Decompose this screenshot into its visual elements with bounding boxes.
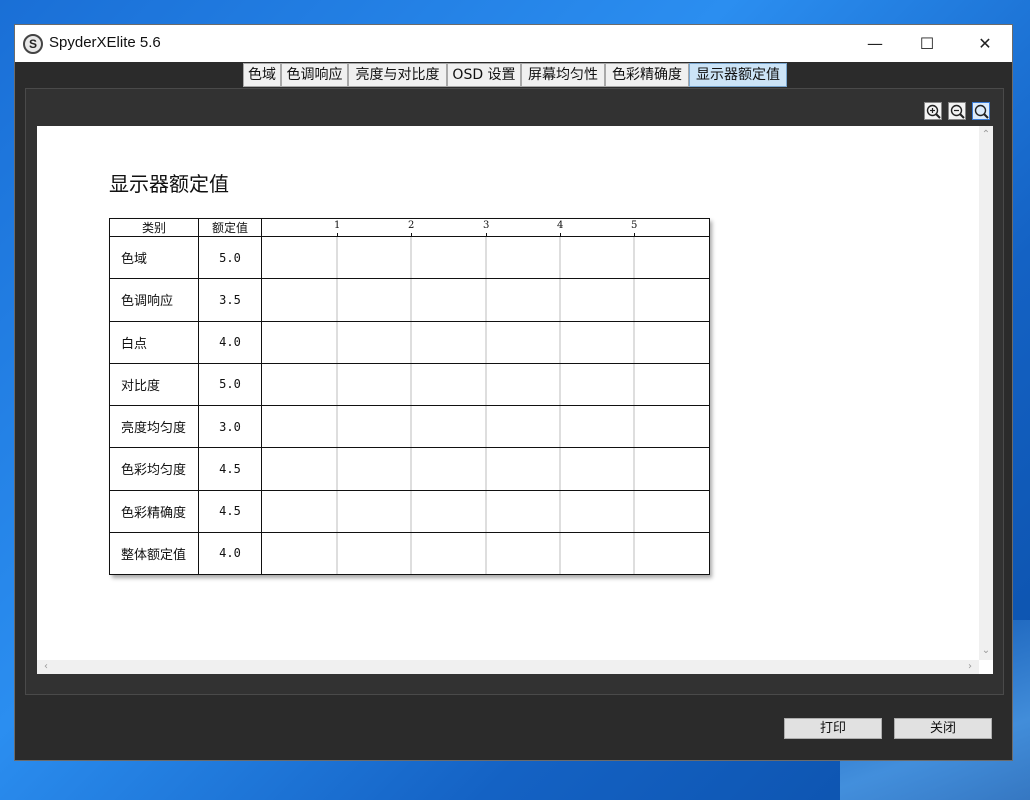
row-rating-value: 4.5 [198,489,262,533]
row-category: 色调响应 [109,278,199,322]
rating-icons [261,405,710,449]
maximize-button[interactable]: ☐ [898,25,956,62]
row-category: 整体额定值 [109,531,199,576]
table-row: 整体额定值 4.0 [109,531,710,576]
row-rating-value: 5.0 [198,362,262,407]
table-row: 色彩精确度 4.5 [109,489,710,533]
zoom-in-icon [926,104,941,119]
row-rating-value: 5.0 [198,236,262,280]
scale-label-3: 3 [483,220,490,231]
row-rating-value: 4.0 [198,531,262,576]
scale-label-5: 5 [631,220,638,231]
row-category: 对比度 [109,362,199,407]
table-row: 亮度均匀度 3.0 [109,405,710,449]
table-row: 色域 5.0 [109,236,710,280]
rating-column-header: 额定值 [198,217,262,238]
minimize-button[interactable]: — [846,25,904,62]
scroll-down-icon[interactable]: ⌄ [979,644,993,658]
close-window-button[interactable]: ✕ [956,25,1012,62]
row-category: 亮度均匀度 [109,405,199,449]
zoom-fit-button[interactable] [972,102,990,120]
rating-table: 类别 额定值 1 2 3 4 5 色域 5.0 色调响应 3.5 白点 4.0 … [109,217,710,576]
tab-display-rating[interactable]: 显示器额定值 [689,63,787,87]
tab-brightness-contrast[interactable]: 亮度与对比度 [348,63,447,87]
vertical-scrollbar[interactable]: ⌃ ⌄ [979,126,993,660]
rating-icons [261,489,710,533]
tab-screen-uniformity[interactable]: 屏幕均匀性 [521,63,605,87]
title-bar[interactable]: S SpyderXElite 5.6 — ☐ ✕ [15,25,1012,62]
rating-icons [261,447,710,491]
tab-bar: 色域 色调响应 亮度与对比度 OSD 设置 屏幕均匀性 色彩精确度 显示器额定值 [15,62,1012,88]
rating-icons-svg [336,448,635,489]
zoom-out-button[interactable] [948,102,966,120]
scroll-up-icon[interactable]: ⌃ [979,128,993,142]
rating-icons [261,236,710,280]
table-row: 色调响应 3.5 [109,278,710,322]
rating-icons-svg [336,533,635,574]
row-rating-value: 4.5 [198,447,262,491]
rating-icons-svg [336,491,635,532]
report-page: 显示器额定值 类别 额定值 1 2 3 4 5 色域 5.0 色调响应 3.5 … [37,126,993,674]
close-button[interactable]: 关闭 [894,718,992,739]
app-window: S SpyderXElite 5.6 — ☐ ✕ 色域 色调响应 亮度与对比度 … [14,24,1013,761]
rating-icons-svg [336,322,635,363]
tab-osd-settings[interactable]: OSD 设置 [447,63,521,87]
table-row: 色彩均匀度 4.5 [109,447,710,491]
rating-icons-svg [336,279,635,321]
horizontal-scrollbar[interactable]: ‹ › [37,660,979,674]
window-title: SpyderXElite 5.6 [49,34,161,51]
row-rating-value: 3.5 [198,278,262,322]
table-row: 对比度 5.0 [109,362,710,407]
rating-icons-svg [336,237,635,278]
scale-label-4: 4 [557,220,564,231]
rating-icons-svg [336,364,635,405]
tab-tone-response[interactable]: 色调响应 [281,63,348,87]
scroll-right-icon[interactable]: › [963,660,977,674]
row-rating-value: 4.0 [198,320,262,364]
zoom-out-icon [950,104,965,119]
scale-header: 1 2 3 4 5 [261,217,710,238]
rating-icons-svg [336,406,635,447]
scale-label-1: 1 [334,220,341,231]
table-row: 白点 4.0 [109,320,710,364]
print-button[interactable]: 打印 [784,718,882,739]
row-category: 色彩精确度 [109,489,199,533]
rating-icons [261,320,710,364]
rating-icons [261,531,710,576]
zoom-in-button[interactable] [924,102,942,120]
rating-icons [261,362,710,407]
row-category: 色彩均匀度 [109,447,199,491]
row-rating-value: 3.0 [198,405,262,449]
report-title: 显示器额定值 [109,172,229,196]
scroll-left-icon[interactable]: ‹ [39,660,53,674]
category-column-header: 类别 [109,217,199,238]
row-category: 白点 [109,320,199,364]
tab-color-accuracy[interactable]: 色彩精确度 [605,63,689,87]
report-viewer: 显示器额定值 类别 额定值 1 2 3 4 5 色域 5.0 色调响应 3.5 … [25,88,1004,695]
row-category: 色域 [109,236,199,280]
rating-icons [261,278,710,322]
table-header-row: 类别 额定值 1 2 3 4 5 [109,217,710,238]
tab-gamut[interactable]: 色域 [243,63,281,87]
app-logo-icon: S [23,34,43,54]
scale-label-2: 2 [408,220,415,231]
zoom-fit-icon [974,104,989,119]
